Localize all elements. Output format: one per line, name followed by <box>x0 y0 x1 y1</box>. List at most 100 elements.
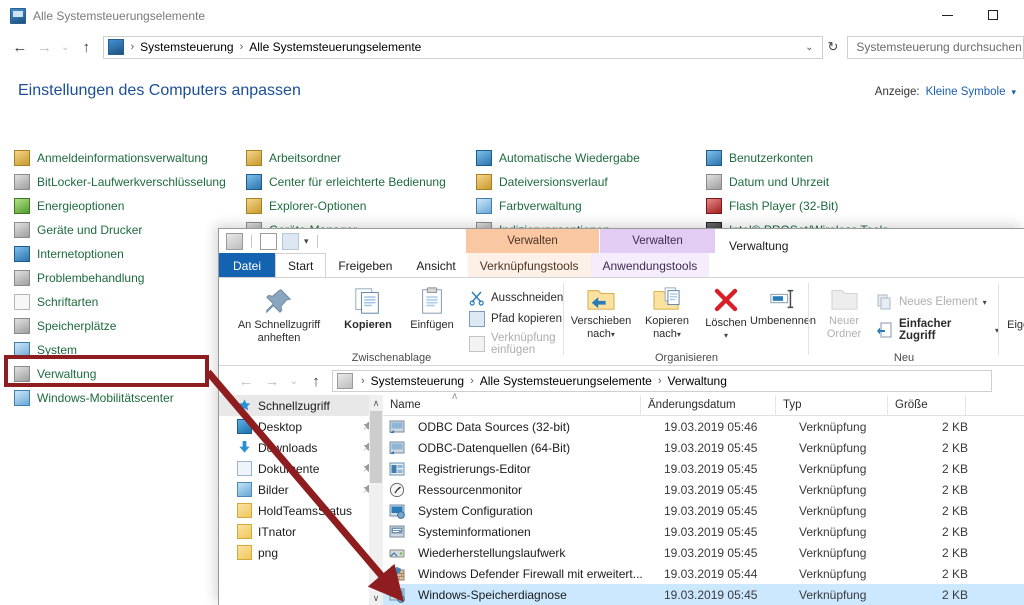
scroll-down-arrow[interactable]: ∨ <box>369 590 383 605</box>
explorer-window: ▾ Verwalten Verwalten Verwaltung Datei S… <box>218 228 1024 605</box>
forward-button[interactable]: → <box>259 368 285 394</box>
breadcrumb-item-3[interactable]: Verwaltung <box>666 374 729 388</box>
copy-to-button[interactable]: Kopieren nach▾ <box>636 286 698 341</box>
breadcrumb-item-1[interactable]: Systemsteuerung <box>369 374 466 388</box>
breadcrumb-item-2[interactable]: Alle Systemsteuerungselemente <box>478 374 654 388</box>
flash-player-icon <box>706 198 722 214</box>
sidebar-item-png[interactable]: png <box>219 542 383 563</box>
chevron-down-icon[interactable]: ▾ <box>1003 332 1024 345</box>
address-bar[interactable]: › Systemsteuerung › Alle Systemsteuerung… <box>102 35 823 59</box>
column-header-type[interactable]: Typ <box>776 394 888 416</box>
control-panel-item[interactable]: Explorer-Optionen <box>246 194 446 218</box>
paste-button[interactable]: Einfügen <box>401 286 463 332</box>
administrative-tools-icon[interactable] <box>226 232 243 250</box>
control-panel-item[interactable]: Windows-Mobilitätscenter <box>14 386 226 410</box>
chevron-down-icon[interactable]: ▾ <box>983 298 987 307</box>
chevron-down-icon[interactable]: ▾ <box>677 330 681 339</box>
tab-anwendungstools[interactable]: Anwendungstools <box>590 253 710 278</box>
view-value[interactable]: Kleine Symbole <box>926 86 1006 98</box>
new-folder-icon[interactable] <box>282 232 299 250</box>
refresh-button[interactable]: ↻ <box>823 39 844 55</box>
control-panel-item[interactable]: Speicherplätze <box>14 314 226 338</box>
chevron-down-icon[interactable]: ▾ <box>1011 87 1016 98</box>
control-panel-item[interactable]: Flash Player (32-Bit) <box>706 194 888 218</box>
address-dropdown-icon[interactable]: ⌄ <box>805 42 813 53</box>
tab-freigeben[interactable]: Freigeben <box>326 253 404 278</box>
maximize-button[interactable] <box>970 0 1016 30</box>
chevron-down-icon[interactable]: ▾ <box>700 330 752 343</box>
chevron-down-icon[interactable]: ▾ <box>304 236 309 247</box>
control-panel-item[interactable]: Internetoptionen <box>14 242 226 266</box>
history-dropdown-button[interactable]: ⌄ <box>285 368 303 394</box>
paste-button-label: Einfügen <box>410 319 454 331</box>
sidebar-item-itnator[interactable]: ITnator <box>219 521 383 542</box>
control-panel-item[interactable]: BitLocker-Laufwerkverschlüsselung <box>14 170 226 194</box>
control-panel-item[interactable]: Center für erleichterte Bedienung <box>246 170 446 194</box>
forward-button[interactable]: → <box>32 34 57 60</box>
cell-size: 2 KB <box>941 419 968 434</box>
new-folder-button[interactable]: Neuer Ordner <box>815 286 873 340</box>
sidebar-item-desktop[interactable]: Desktop <box>219 416 383 437</box>
sidebar-item-schnellzugriff[interactable]: Schnellzugriff <box>219 395 383 416</box>
minimize-button[interactable] <box>924 0 970 30</box>
copy-button[interactable]: Kopieren <box>337 286 399 332</box>
easy-access-button[interactable]: Einfacher Zugriff ▾ <box>877 318 999 342</box>
up-button[interactable]: ↑ <box>74 34 99 60</box>
back-button[interactable]: ← <box>8 34 33 60</box>
delete-button[interactable]: Löschen ▾ <box>700 286 752 342</box>
control-panel-item[interactable]: Problembehandlung <box>14 266 226 290</box>
cut-button[interactable]: Ausschneiden <box>469 290 563 306</box>
control-panel-item[interactable]: Farbverwaltung <box>476 194 640 218</box>
explorer-address-bar[interactable]: › Systemsteuerung › Alle Systemsteuerung… <box>332 370 992 392</box>
sidebar-item-bilder[interactable]: Bilder <box>219 479 383 500</box>
control-panel-item[interactable]: Automatische Wiedergabe <box>476 146 640 170</box>
tab-ansicht[interactable]: Ansicht <box>404 253 467 278</box>
tab-start[interactable]: Start <box>275 253 327 278</box>
navigation-scrollbar[interactable]: ∧ ∨ <box>369 395 383 605</box>
control-panel-item[interactable]: Geräte und Drucker <box>14 218 226 242</box>
table-row[interactable]: Wiederherstellungslaufwerk 19.03.2019 05:… <box>383 542 1024 563</box>
sidebar-item-dokumente[interactable]: Dokumente <box>219 458 383 479</box>
properties-icon[interactable] <box>260 232 277 250</box>
up-button[interactable]: ↑ <box>303 368 329 394</box>
pin-to-quick-access-button[interactable]: An Schnellzugriff anheften <box>225 286 333 344</box>
table-row[interactable]: Registrierungs-Editor 19.03.2019 05:45 Ver… <box>383 458 1024 479</box>
cell-name: ODBC-Datenquellen (64-Bit) <box>418 440 571 455</box>
column-header-size[interactable]: Größe <box>888 394 966 416</box>
table-row[interactable]: System Configuration 19.03.2019 05:45 Verk… <box>383 500 1024 521</box>
table-row[interactable]: Systeminformationen 19.03.2019 05:45 Verkn… <box>383 521 1024 542</box>
toolbar-divider <box>316 234 318 248</box>
table-row[interactable]: ODBC-Datenquellen (64-Bit) 19.03.2019 05:… <box>383 437 1024 458</box>
table-row[interactable]: Ressourcenmonitor 19.03.2019 05:45 Verknüp… <box>383 479 1024 500</box>
scroll-up-arrow[interactable]: ∧ <box>369 395 383 411</box>
properties-button[interactable]: Eigenschaften ▾ <box>1003 286 1024 344</box>
back-button[interactable]: ← <box>233 368 259 394</box>
breadcrumb-item-2[interactable]: Alle Systemsteuerungselemente <box>247 40 423 54</box>
copy-path-button[interactable]: Pfad kopieren <box>469 311 562 327</box>
column-header-name[interactable]: Name <box>383 394 641 416</box>
breadcrumb-item-1[interactable]: Systemsteuerung <box>138 40 235 54</box>
table-row[interactable]: Windows-Speicherdiagnose 19.03.2019 05:45… <box>383 584 1024 605</box>
sidebar-item-holdteamsstatus[interactable]: HoldTeamsStatus <box>219 500 383 521</box>
table-row[interactable]: Windows Defender Firewall mit erweitert.… <box>383 563 1024 584</box>
column-header-modified[interactable]: Änderungsdatum <box>641 394 776 416</box>
explorer-address-row: ← → ⌄ ↑ › Systemsteuerung › Alle Systems… <box>219 367 1024 395</box>
control-panel-item[interactable]: Benutzerkonten <box>706 146 888 170</box>
control-panel-item[interactable]: Datum und Uhrzeit <box>706 170 888 194</box>
control-panel-item[interactable]: Arbeitsordner <box>246 146 446 170</box>
tab-verknuepfungstools[interactable]: Verknüpfungstools <box>467 253 591 278</box>
sidebar-item-downloads[interactable]: Downloads <box>219 437 383 458</box>
tab-datei[interactable]: Datei <box>219 253 275 278</box>
history-dropdown-button[interactable]: ⌄ <box>57 34 74 60</box>
control-panel-item[interactable]: Dateiversionsverlauf <box>476 170 640 194</box>
rename-button[interactable]: Umbenennen <box>750 286 816 328</box>
table-row[interactable]: ODBC Data Sources (32-bit) 19.03.2019 05:… <box>383 416 1024 437</box>
chevron-down-icon[interactable]: ▾ <box>611 330 615 339</box>
control-panel-item[interactable]: Anmeldeinformationsverwaltung <box>14 146 226 170</box>
control-panel-item[interactable]: Energieoptionen <box>14 194 226 218</box>
move-to-button[interactable]: Verschieben nach▾ <box>568 286 634 341</box>
scrollbar-thumb[interactable] <box>370 411 382 483</box>
new-item-button[interactable]: Neues Element ▾ <box>877 294 987 310</box>
search-input[interactable]: Systemsteuerung durchsuchen <box>847 35 1024 59</box>
control-panel-item[interactable]: Schriftarten <box>14 290 226 314</box>
